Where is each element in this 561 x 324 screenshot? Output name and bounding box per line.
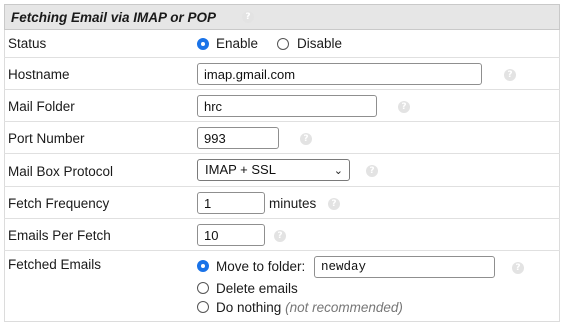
fetched-emails-row: Fetched Emails Move to folder: ? Delete … xyxy=(4,251,560,321)
hostname-row: Hostname ? xyxy=(4,58,560,90)
fetch-frequency-input[interactable] xyxy=(197,192,265,214)
question-circle-icon[interactable]: ? xyxy=(300,133,312,145)
table-bottom-border xyxy=(4,321,560,322)
status-disable-label[interactable]: Disable xyxy=(297,36,342,51)
move-to-folder-label[interactable]: Move to folder: xyxy=(216,259,305,274)
emails-per-fetch-row: Emails Per Fetch ? xyxy=(4,219,560,251)
hostname-input[interactable] xyxy=(197,63,482,85)
chevron-down-icon: ⌄ xyxy=(333,165,343,177)
section-header: Fetching Email via IMAP or POP ? xyxy=(4,4,560,30)
imap-settings-panel: Fetching Email via IMAP or POP ? Status … xyxy=(0,0,561,324)
status-row: Status Enable Disable xyxy=(4,30,560,58)
move-to-folder-radio[interactable] xyxy=(197,260,209,272)
fetch-frequency-row: Fetch Frequency minutes ? xyxy=(4,187,560,219)
move-folder-input[interactable] xyxy=(314,256,495,278)
mail-folder-label: Mail Folder xyxy=(8,99,75,114)
question-circle-icon[interactable]: ? xyxy=(398,101,410,113)
question-circle-icon[interactable]: ? xyxy=(274,230,286,242)
status-enable-radio[interactable] xyxy=(197,38,209,50)
emails-per-fetch-input[interactable] xyxy=(197,224,265,246)
port-number-input[interactable] xyxy=(197,127,279,149)
port-number-label: Port Number xyxy=(8,131,85,146)
fetch-frequency-unit: minutes xyxy=(269,196,317,211)
port-number-row: Port Number ? xyxy=(4,122,560,154)
fetched-emails-label: Fetched Emails xyxy=(8,257,102,272)
mail-folder-input[interactable] xyxy=(197,95,377,117)
protocol-row: Mail Box Protocol IMAP + SSL ⌄ ? xyxy=(4,154,560,187)
not-recommended-note: (not recommended) xyxy=(285,300,403,315)
protocol-select[interactable]: IMAP + SSL ⌄ xyxy=(197,159,350,181)
status-label: Status xyxy=(8,36,47,51)
do-nothing-label[interactable]: Do nothing (not recommended) xyxy=(216,300,403,315)
hostname-label: Hostname xyxy=(8,67,70,82)
do-nothing-radio[interactable] xyxy=(197,301,209,313)
question-circle-icon[interactable]: ? xyxy=(328,198,340,210)
delete-emails-label[interactable]: Delete emails xyxy=(216,281,298,296)
protocol-selected-value: IMAP + SSL xyxy=(205,162,276,177)
status-enable-label[interactable]: Enable xyxy=(216,36,258,51)
do-nothing-text: Do nothing xyxy=(216,300,282,315)
status-disable-radio[interactable] xyxy=(277,38,289,50)
question-circle-icon[interactable]: ? xyxy=(366,165,378,177)
delete-emails-radio[interactable] xyxy=(197,282,209,294)
mail-folder-row: Mail Folder ? xyxy=(4,90,560,122)
question-circle-icon[interactable]: ? xyxy=(512,262,524,274)
question-circle-icon[interactable]: ? xyxy=(242,11,254,23)
emails-per-fetch-label: Emails Per Fetch xyxy=(8,228,111,243)
question-circle-icon[interactable]: ? xyxy=(504,69,516,81)
section-title: Fetching Email via IMAP or POP xyxy=(11,10,217,25)
fetch-frequency-label: Fetch Frequency xyxy=(8,196,110,211)
protocol-label: Mail Box Protocol xyxy=(8,164,114,179)
